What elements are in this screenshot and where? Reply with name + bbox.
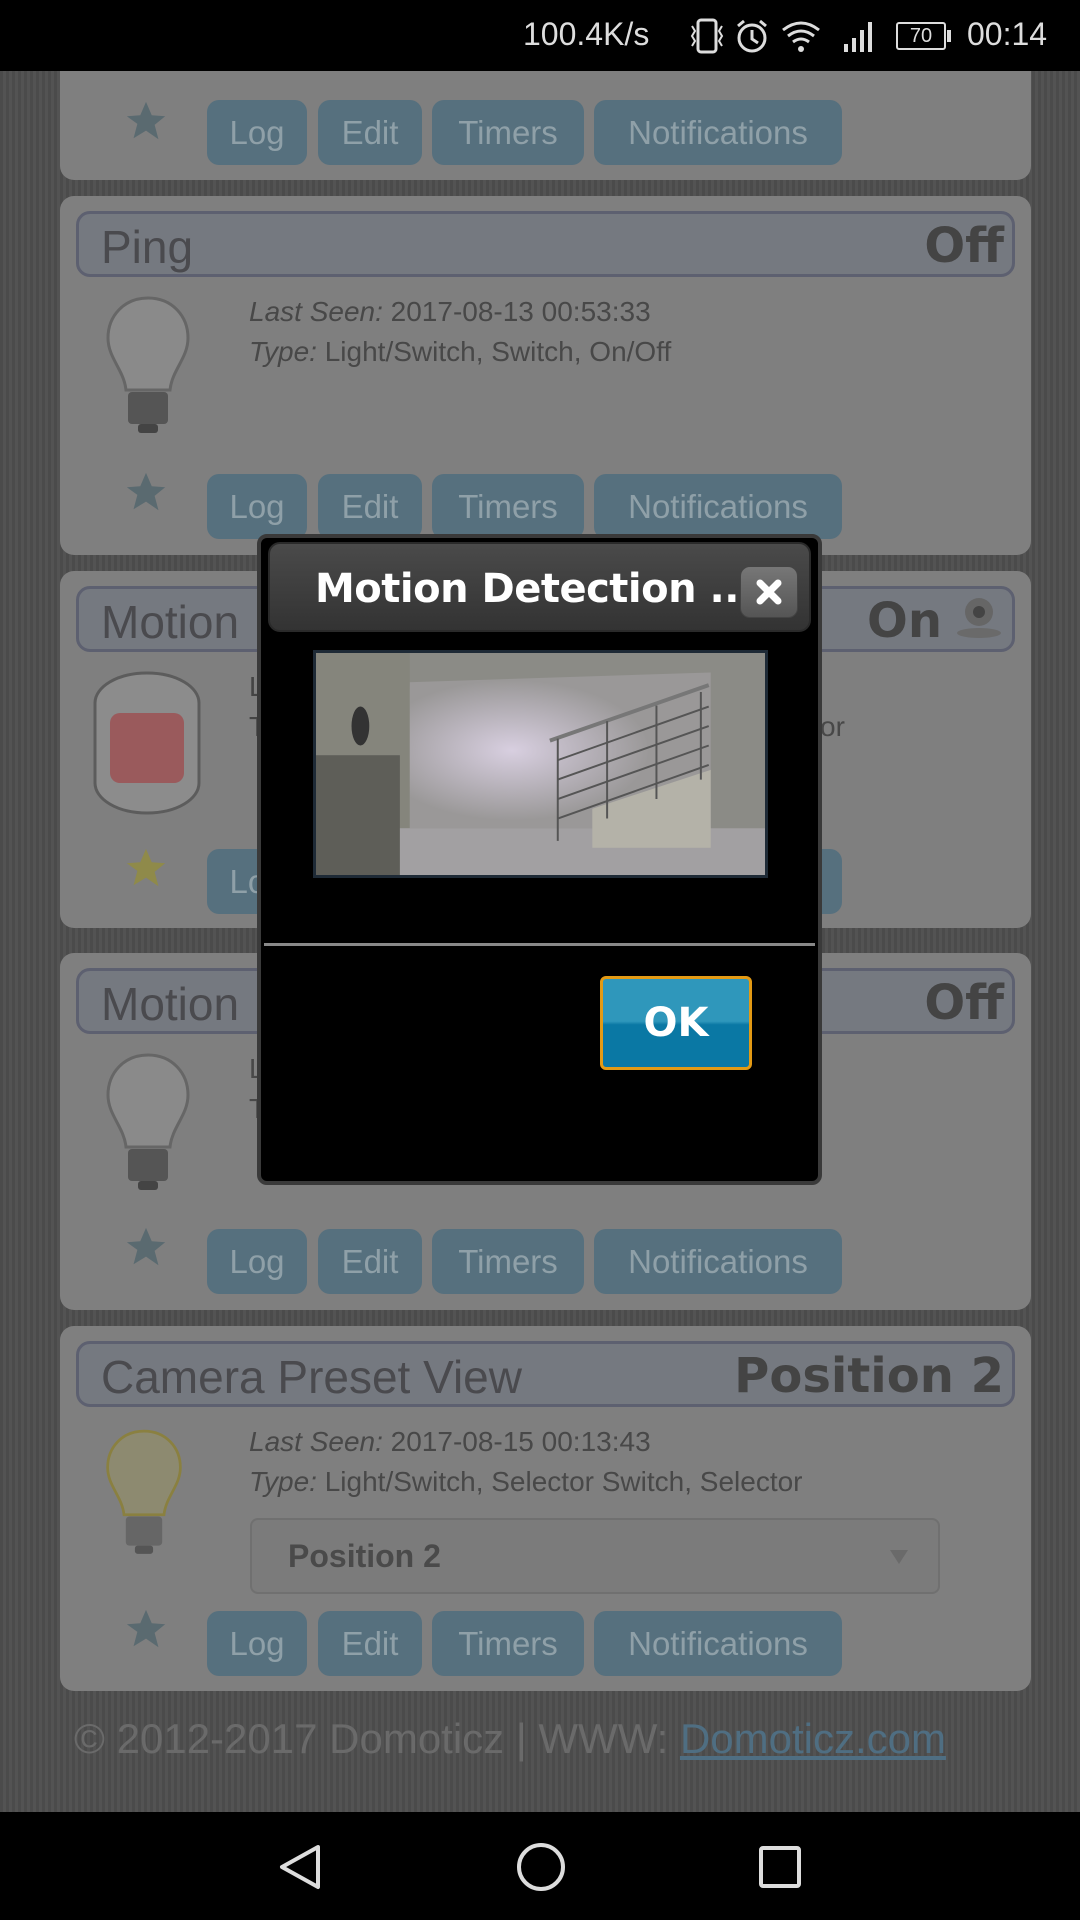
type-fragment-end: or: [820, 711, 845, 742]
notifications-button[interactable]: Notifications: [594, 1229, 842, 1294]
camera-snapshot: [313, 650, 768, 878]
motion-sensor-icon[interactable]: [92, 671, 202, 815]
edit-button[interactable]: Edit: [318, 100, 422, 165]
status-bar: 100.4K/s 70 00:14: [0, 0, 1080, 71]
selector-value: Position 2: [288, 1538, 441, 1574]
dialog-divider: [264, 943, 815, 946]
device-name: Motion: [101, 978, 240, 1030]
last-seen-value: 2017-08-13 00:53:33: [390, 296, 651, 327]
device-header: Camera Preset View Position 2: [76, 1341, 1015, 1407]
close-icon: [756, 579, 782, 605]
star-icon[interactable]: [122, 469, 170, 515]
webcam-icon: [957, 598, 1001, 638]
net-speed: 100.4K/s: [523, 16, 650, 52]
clock: 00:14: [967, 16, 1048, 52]
log-button[interactable]: Log: [207, 1229, 307, 1294]
edit-button[interactable]: Edit: [318, 474, 422, 539]
star-icon[interactable]: [122, 98, 170, 144]
domoticz-link[interactable]: Domoticz.com: [680, 1715, 946, 1762]
last-seen-label: Last Seen:: [249, 296, 383, 327]
log-button[interactable]: Log: [207, 474, 307, 539]
bulb-off-icon[interactable]: [104, 1051, 192, 1193]
device-status: Position 2: [734, 1348, 1004, 1404]
type-label: Type:: [249, 336, 317, 367]
footer: © 2012-2017 Domoticz | WWW: Domoticz.com: [74, 1715, 946, 1763]
device-header: Ping Off: [76, 211, 1015, 277]
battery-tip: [947, 30, 951, 42]
device-status: On: [867, 593, 942, 649]
close-button[interactable]: [740, 566, 798, 618]
timers-button[interactable]: Timers: [432, 474, 584, 539]
device-name: Ping: [101, 221, 194, 273]
notifications-button[interactable]: Notifications: [594, 1611, 842, 1676]
type-value: Light/Switch, Switch, On/Off: [324, 336, 672, 367]
notifications-button[interactable]: Notifications: [594, 474, 842, 539]
battery-icon: 70: [896, 22, 946, 50]
navigation-bar: [0, 1812, 1080, 1920]
back-icon[interactable]: [278, 1844, 322, 1890]
ok-button[interactable]: OK: [600, 976, 752, 1070]
vibrate-icon: [690, 18, 724, 54]
last-seen-value: 2017-08-15 00:13:43: [390, 1426, 651, 1457]
bulb-off-icon[interactable]: [104, 294, 192, 436]
device-status: Off: [924, 218, 1004, 274]
chevron-down-icon: [890, 1550, 908, 1564]
dialog-title: Motion Detection ...: [315, 566, 754, 612]
dialog-header: Motion Detection ...: [268, 542, 811, 632]
position-selector[interactable]: Position 2: [250, 1518, 940, 1594]
device-name: Motion: [101, 596, 240, 648]
device-card-ping: Ping Off Last Seen: 2017-08-13 00:53:33 …: [60, 196, 1031, 555]
device-name: Camera Preset View: [101, 1351, 522, 1403]
edit-button[interactable]: Edit: [318, 1229, 422, 1294]
last-seen-label: Last Seen:: [249, 1426, 383, 1457]
motion-detection-dialog: Motion Detection ... OK: [257, 534, 822, 1185]
log-button[interactable]: Log: [207, 100, 307, 165]
device-card-camera-preset: Camera Preset View Position 2 Last Seen:…: [60, 1326, 1031, 1691]
timers-button[interactable]: Timers: [432, 1229, 584, 1294]
timers-button[interactable]: Timers: [432, 100, 584, 165]
signal-icon: [844, 22, 872, 52]
type-label: Type:: [249, 1466, 317, 1497]
home-icon[interactable]: [515, 1841, 567, 1893]
log-button[interactable]: Log: [207, 1611, 307, 1676]
star-icon[interactable]: [122, 1224, 170, 1270]
alarm-icon: [737, 19, 767, 53]
bulb-on-icon[interactable]: [104, 1422, 184, 1562]
type-value: Light/Switch, Selector Switch, Selector: [324, 1466, 803, 1497]
edit-button[interactable]: Edit: [318, 1611, 422, 1676]
recents-icon[interactable]: [758, 1845, 802, 1889]
star-icon-favorite[interactable]: [122, 845, 170, 891]
device-status: Off: [924, 975, 1004, 1031]
copyright: © 2012-2017 Domoticz | WWW:: [74, 1715, 680, 1762]
timers-button[interactable]: Timers: [432, 1611, 584, 1676]
notifications-button[interactable]: Notifications: [594, 100, 842, 165]
star-icon[interactable]: [122, 1606, 170, 1652]
battery-level: 70: [909, 25, 933, 47]
wifi-icon: [782, 21, 820, 52]
